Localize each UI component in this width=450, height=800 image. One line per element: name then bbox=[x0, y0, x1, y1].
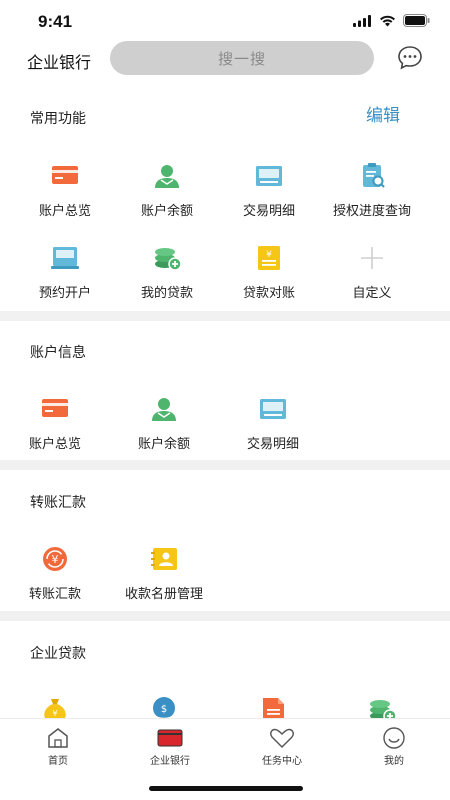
section-divider bbox=[0, 460, 450, 470]
smile-icon bbox=[381, 727, 407, 749]
coins-plus-icon bbox=[151, 244, 183, 272]
common-item-my-loans[interactable]: 我的贷款 bbox=[117, 244, 217, 301]
item-label: 账户总览 bbox=[38, 203, 91, 218]
tab-task-center[interactable]: 任务中心 bbox=[242, 727, 322, 767]
yen-doc-icon: ¥ bbox=[253, 244, 285, 272]
account-info-section-title: 账户信息 bbox=[30, 344, 86, 360]
common-item-appointment-open[interactable]: 预约开户 bbox=[15, 244, 115, 301]
header: 企业银行 搜一搜 bbox=[0, 40, 450, 78]
heart-icon bbox=[269, 727, 295, 749]
common-section-title: 常用功能 bbox=[30, 110, 86, 126]
plus-icon bbox=[356, 244, 388, 272]
message-button[interactable] bbox=[396, 44, 424, 72]
transfer-section-title: 转账汇款 bbox=[30, 494, 86, 510]
item-label: 交易明细 bbox=[246, 436, 299, 451]
card-icon bbox=[49, 162, 81, 190]
item-label: 收款名册管理 bbox=[124, 586, 203, 601]
item-label: 账户余额 bbox=[137, 436, 190, 451]
signal-icon bbox=[353, 14, 371, 27]
loans-section-title: 企业贷款 bbox=[30, 645, 86, 661]
item-label: 我的贷款 bbox=[140, 285, 193, 300]
contact-card-icon bbox=[148, 545, 180, 573]
common-item-transactions[interactable]: 交易明细 bbox=[219, 162, 319, 219]
edit-button[interactable]: 编辑 bbox=[366, 101, 400, 126]
svg-text:¥: ¥ bbox=[266, 250, 272, 260]
clipboard-search-icon bbox=[356, 162, 388, 190]
item-label: 自定义 bbox=[352, 285, 392, 300]
svg-text:¥: ¥ bbox=[52, 709, 57, 718]
yen-exchange-icon: ¥ bbox=[39, 545, 71, 573]
common-item-account-balance[interactable]: 账户余额 bbox=[117, 162, 217, 219]
item-label: 授权进度查询 bbox=[332, 203, 411, 218]
card-icon bbox=[39, 395, 71, 423]
tab-label: 企业银行 bbox=[150, 756, 190, 767]
item-label: 转账汇款 bbox=[28, 586, 81, 601]
printer-icon bbox=[49, 244, 81, 272]
tab-home[interactable]: 首页 bbox=[18, 727, 98, 767]
account-item-transactions[interactable]: 交易明细 bbox=[223, 395, 323, 452]
app-title: 企业银行 bbox=[27, 55, 92, 72]
tab-mine[interactable]: 我的 bbox=[354, 727, 434, 767]
statement-icon bbox=[257, 395, 289, 423]
battery-icon bbox=[403, 14, 430, 27]
search-input[interactable]: 搜一搜 bbox=[110, 41, 374, 75]
tab-label: 任务中心 bbox=[262, 756, 302, 767]
user-icon bbox=[148, 395, 180, 423]
common-item-account-overview[interactable]: 账户总览 bbox=[15, 162, 115, 219]
transfer-item-payee-book[interactable]: 收款名册管理 bbox=[114, 545, 214, 602]
common-item-customize[interactable]: 自定义 bbox=[322, 244, 422, 301]
section-divider bbox=[0, 311, 450, 321]
item-label: 预约开户 bbox=[38, 285, 91, 300]
tab-label: 我的 bbox=[384, 756, 404, 767]
svg-text:¥: ¥ bbox=[52, 553, 59, 566]
home-indicator bbox=[149, 786, 303, 791]
svg-text:$: $ bbox=[161, 704, 167, 715]
item-label: 账户总览 bbox=[28, 436, 81, 451]
account-item-overview[interactable]: 账户总览 bbox=[5, 395, 105, 452]
tab-label: 首页 bbox=[48, 756, 68, 767]
status-bar: 9:41 bbox=[0, 0, 450, 44]
status-time: 9:41 bbox=[38, 12, 73, 31]
item-label: 贷款对账 bbox=[242, 285, 295, 300]
common-item-auth-progress[interactable]: 授权进度查询 bbox=[322, 162, 422, 219]
user-icon bbox=[151, 162, 183, 190]
wifi-icon bbox=[380, 15, 395, 26]
item-label: 账户余额 bbox=[140, 203, 193, 218]
chat-bubble-icon bbox=[398, 46, 422, 70]
section-divider bbox=[0, 611, 450, 621]
tab-corporate-banking[interactable]: 企业银行 bbox=[130, 727, 210, 767]
transfer-item-remit[interactable]: ¥ 转账汇款 bbox=[5, 545, 105, 602]
common-item-loan-reconcile[interactable]: ¥ 贷款对账 bbox=[219, 244, 319, 301]
statement-icon bbox=[253, 162, 285, 190]
item-label: 交易明细 bbox=[242, 203, 295, 218]
status-icons bbox=[353, 14, 430, 27]
home-icon bbox=[45, 727, 71, 749]
account-item-balance[interactable]: 账户余额 bbox=[114, 395, 214, 452]
bank-card-icon bbox=[157, 727, 183, 749]
